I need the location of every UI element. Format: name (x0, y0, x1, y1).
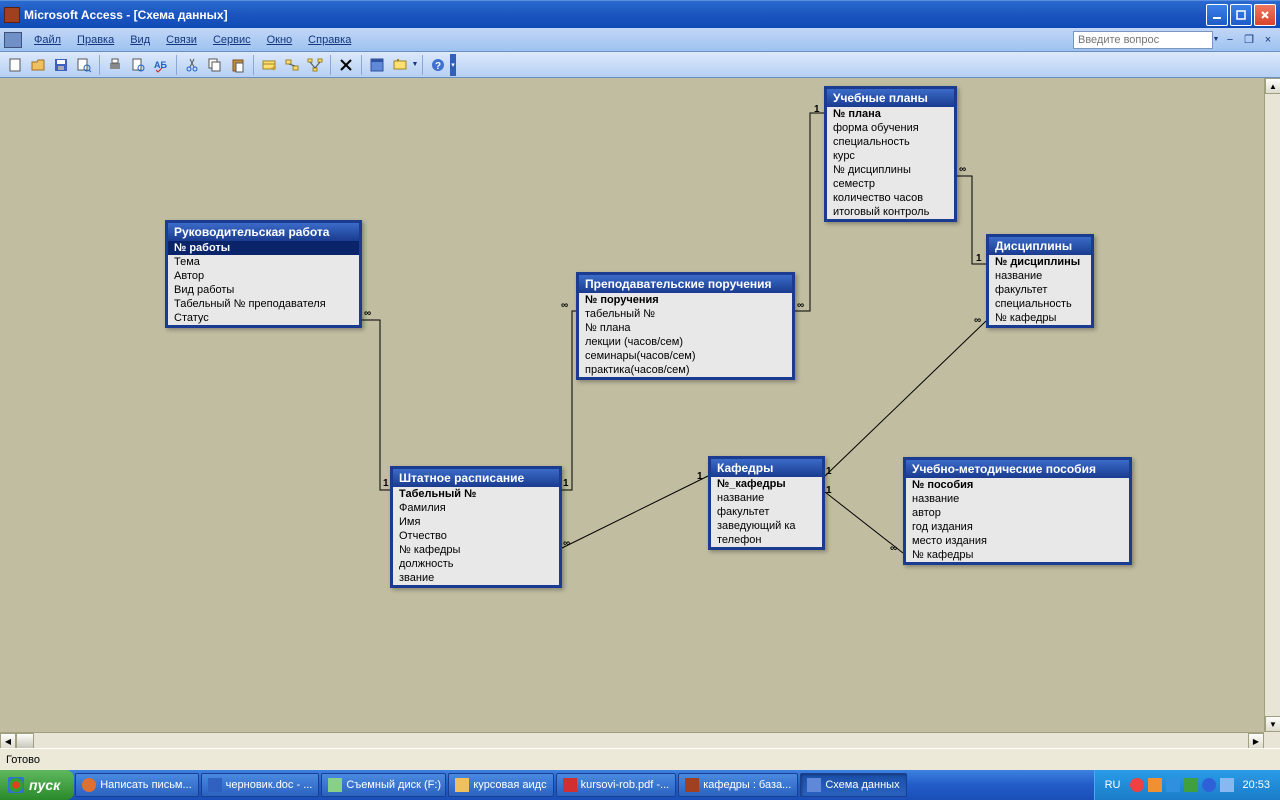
help-dropdown[interactable]: ▼ (1213, 29, 1219, 51)
table-posob[interactable]: Учебно-методические пособия № пособия на… (903, 457, 1132, 565)
svg-text:?: ? (435, 61, 441, 72)
show-table-button[interactable]: + (258, 54, 280, 76)
svg-text:AБ: AБ (154, 60, 167, 70)
taskbar: пуск Написать письм... черновик.doc - ..… (0, 770, 1280, 800)
relationship-lines (0, 78, 1280, 732)
table-kafedry[interactable]: Кафедры №_кафедры название факультет зав… (708, 456, 825, 550)
taskbar-item-word[interactable]: черновик.doc - ... (201, 773, 320, 797)
windows-logo-icon (8, 777, 24, 793)
tray-icon[interactable] (1202, 778, 1216, 792)
paste-button[interactable] (227, 54, 249, 76)
db-window-button[interactable] (366, 54, 388, 76)
tray-icon[interactable] (1130, 778, 1144, 792)
table-prep[interactable]: Преподавательские поручения № поручения … (576, 272, 795, 380)
mdi-restore[interactable]: ❐ (1241, 33, 1257, 47)
system-tray[interactable]: RU 20:53 (1094, 770, 1280, 800)
new-object-button[interactable] (389, 54, 411, 76)
taskbar-item-access[interactable]: кафедры : база... (678, 773, 798, 797)
svg-text:+: + (271, 63, 276, 73)
toolbar-options[interactable]: ▾ (450, 54, 456, 76)
title-bar: Microsoft Access - [Схема данных] (0, 0, 1280, 28)
open-button[interactable] (27, 54, 49, 76)
spelling-button[interactable]: AБ (150, 54, 172, 76)
status-text: Готово (6, 754, 40, 766)
file-search-button[interactable] (73, 54, 95, 76)
scroll-up-button[interactable]: ▲ (1265, 78, 1280, 94)
vertical-scrollbar[interactable]: ▲ ▼ (1264, 78, 1280, 732)
tray-icon[interactable] (1220, 778, 1234, 792)
table-disc[interactable]: Дисциплины № дисциплины название факульт… (986, 234, 1094, 328)
menu-help[interactable]: Справка (300, 31, 359, 49)
status-bar: Готово (0, 748, 1280, 770)
help-button[interactable]: ? (427, 54, 449, 76)
taskbar-item-folder[interactable]: курсовая аидс (448, 773, 553, 797)
minimize-button[interactable] (1206, 4, 1228, 26)
menu-relations[interactable]: Связи (158, 31, 205, 49)
window-title: Microsoft Access - [Схема данных] (24, 8, 1206, 22)
mdi-minimize[interactable]: − (1222, 33, 1238, 47)
menu-window[interactable]: Окно (259, 31, 301, 49)
tray-icon[interactable] (1166, 778, 1180, 792)
new-object-dropdown[interactable]: ▼ (412, 54, 418, 76)
ask-question-input[interactable] (1073, 31, 1213, 49)
table-rukovod[interactable]: Руководительская работа № работы Тема Ав… (165, 220, 362, 328)
show-direct-button[interactable] (281, 54, 303, 76)
start-button[interactable]: пуск (0, 770, 74, 800)
scroll-right-button[interactable]: ▶ (1248, 733, 1264, 749)
app-icon (4, 7, 20, 23)
horizontal-scrollbar[interactable]: ◀ ▶ (0, 732, 1264, 748)
scroll-down-button[interactable]: ▼ (1265, 716, 1280, 732)
taskbar-item-pdf[interactable]: kursovi-rob.pdf -... (556, 773, 677, 797)
mdi-close[interactable]: × (1260, 33, 1276, 47)
scroll-thumb[interactable] (16, 733, 34, 749)
new-button[interactable] (4, 54, 26, 76)
cut-button[interactable] (181, 54, 203, 76)
scroll-left-button[interactable]: ◀ (0, 733, 16, 749)
maximize-button[interactable] (1230, 4, 1252, 26)
app-menu-icon[interactable] (4, 32, 22, 48)
taskbar-item-firefox[interactable]: Написать письм... (75, 773, 198, 797)
menu-view[interactable]: Вид (122, 31, 158, 49)
menu-file[interactable]: Файл (26, 31, 69, 49)
close-button[interactable] (1254, 4, 1276, 26)
taskbar-item-drive[interactable]: Съемный диск (F:) (321, 773, 446, 797)
print-button[interactable] (104, 54, 126, 76)
table-uplan[interactable]: Учебные планы № плана форма обучения спе… (824, 86, 957, 222)
delete-button[interactable] (335, 54, 357, 76)
print-preview-button[interactable] (127, 54, 149, 76)
tray-icon[interactable] (1184, 778, 1198, 792)
menu-bar: Файл Правка Вид Связи Сервис Окно Справк… (0, 28, 1280, 52)
taskbar-item-schema[interactable]: Схема данных (800, 773, 906, 797)
copy-button[interactable] (204, 54, 226, 76)
clock[interactable]: 20:53 (1242, 779, 1270, 791)
tray-icon[interactable] (1148, 778, 1162, 792)
save-button[interactable] (50, 54, 72, 76)
menu-edit[interactable]: Правка (69, 31, 122, 49)
language-indicator[interactable]: RU (1105, 779, 1121, 791)
menu-service[interactable]: Сервис (205, 31, 259, 49)
show-all-button[interactable] (304, 54, 326, 76)
toolbar: AБ + ▼ ? ▾ (0, 52, 1280, 78)
table-staff[interactable]: Штатное расписание Табельный № Фамилия И… (390, 466, 562, 588)
relationships-canvas[interactable]: ∞ 1 1 ∞ ∞ 1 ∞ 1 ∞ 1 1 ∞ 1 ∞ Руководитель… (0, 78, 1280, 732)
